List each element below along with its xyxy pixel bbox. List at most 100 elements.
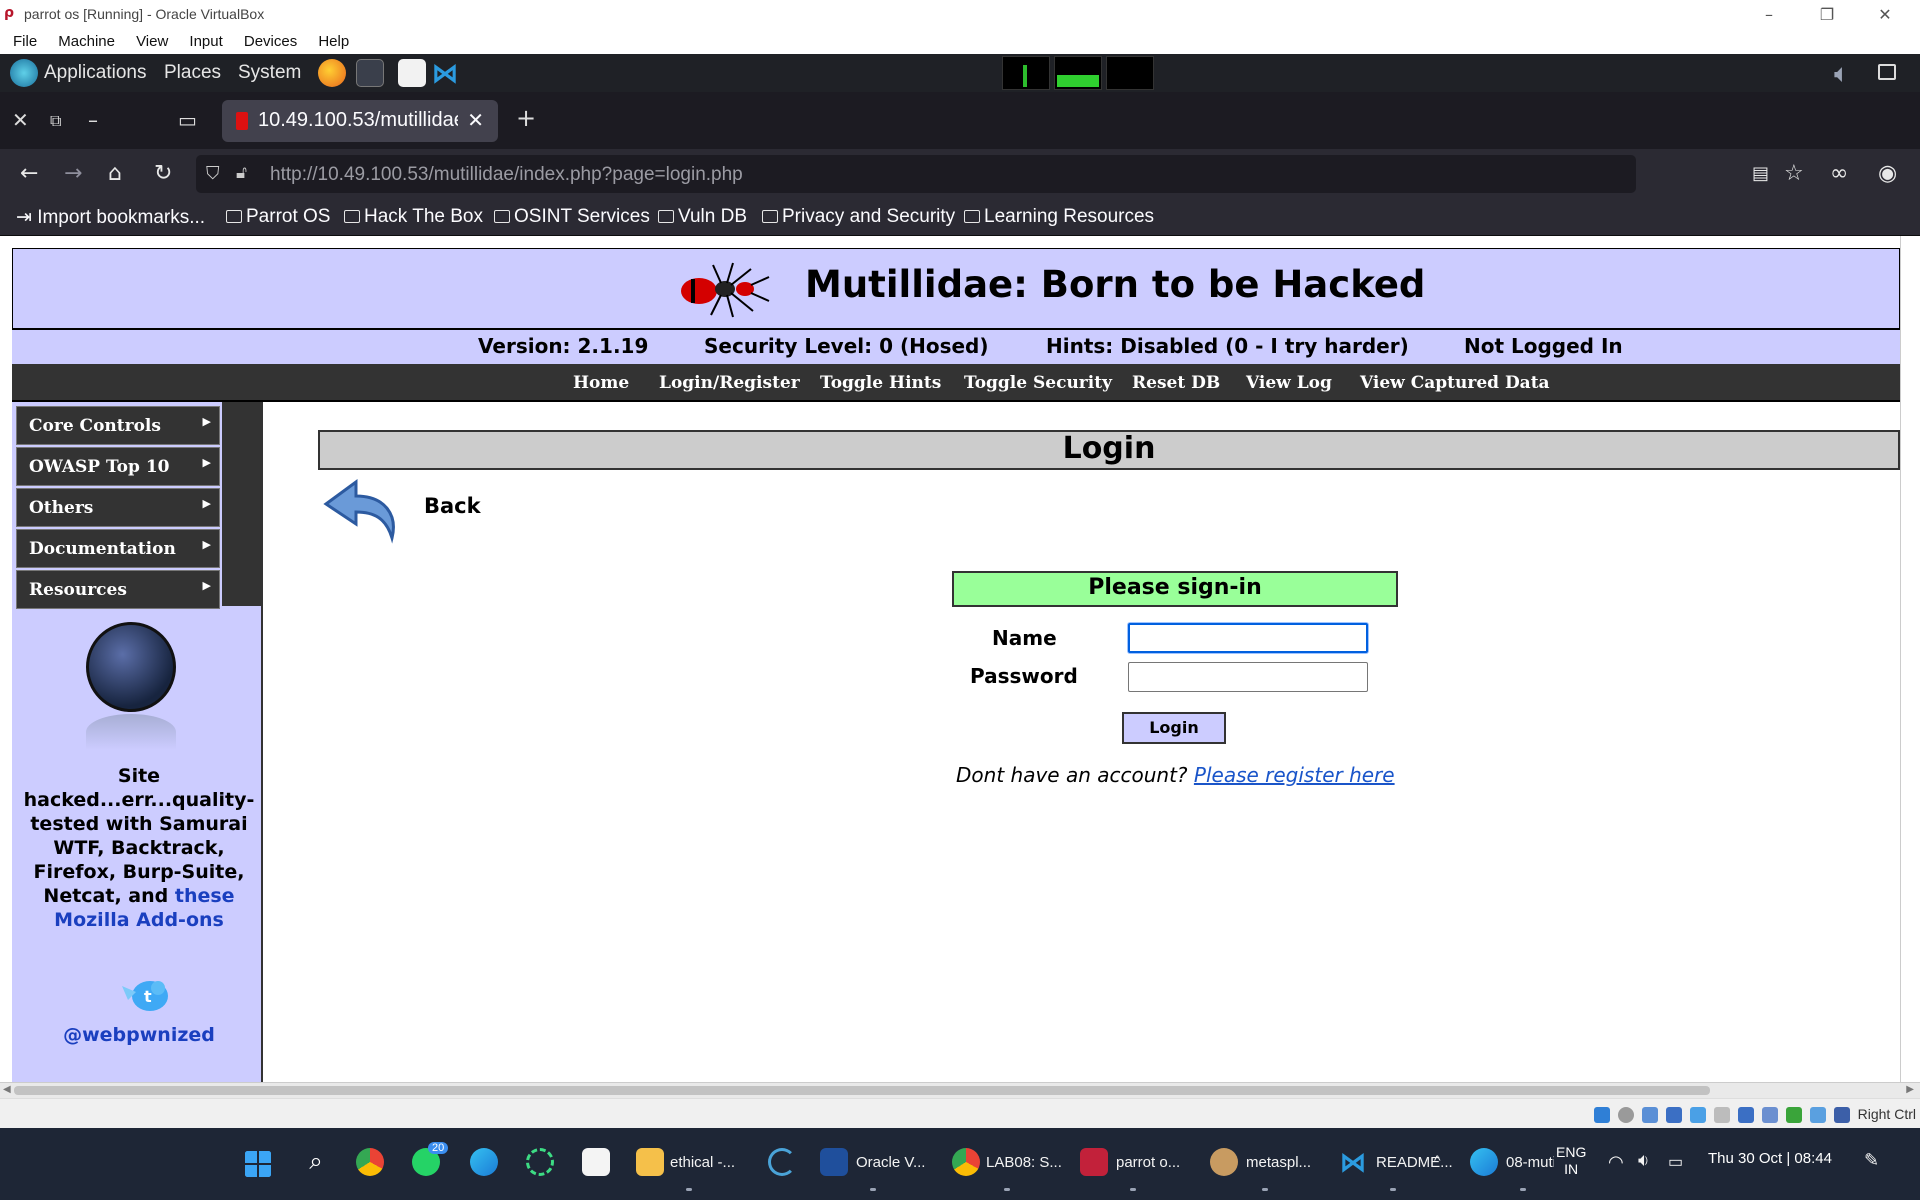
wireshark-icon[interactable] xyxy=(768,1148,796,1176)
recording-icon[interactable] xyxy=(1762,1107,1778,1123)
cpu-activity-icon[interactable] xyxy=(1786,1107,1802,1123)
menu-help[interactable]: Help xyxy=(318,30,349,54)
back-arrow-icon[interactable]: ← xyxy=(20,161,38,186)
reader-view-icon[interactable]: ▤ xyxy=(1752,163,1769,184)
network-icon[interactable] xyxy=(1666,1107,1682,1123)
edge-app-icon[interactable] xyxy=(1470,1148,1498,1176)
calendar-app-icon[interactable] xyxy=(582,1148,610,1176)
chrome-profile-icon[interactable] xyxy=(952,1148,980,1176)
back-arrow-icon[interactable] xyxy=(322,476,406,546)
notifications-icon[interactable]: ✎ xyxy=(1864,1150,1879,1171)
sidebar-item-owasp-top-10[interactable]: OWASP Top 10 ▶ xyxy=(16,447,220,486)
account-icon[interactable]: ◉ xyxy=(1878,161,1897,186)
menu-input[interactable]: Input xyxy=(189,30,222,54)
tab-overview-icon[interactable]: ▭ xyxy=(178,108,197,132)
taskbar-app-metasploit[interactable]: metaspl... xyxy=(1246,1154,1311,1171)
login-button[interactable]: Login xyxy=(1122,712,1226,744)
scroll-left-icon[interactable]: ◀ xyxy=(3,1084,11,1095)
keyboard-capture-icon[interactable] xyxy=(1834,1107,1850,1123)
loading-app-icon[interactable] xyxy=(526,1148,554,1176)
search-icon[interactable]: ⌕ xyxy=(302,1148,330,1176)
display-icon[interactable] xyxy=(1738,1107,1754,1123)
applications-menu[interactable]: Applications xyxy=(44,62,146,84)
horizontal-scrollbar[interactable]: ◀ ▶ xyxy=(0,1082,1920,1098)
menu-machine[interactable]: Machine xyxy=(58,30,115,54)
windows-start-icon[interactable] xyxy=(244,1150,272,1178)
password-input[interactable] xyxy=(1128,662,1368,692)
forward-arrow-icon[interactable]: → xyxy=(64,161,82,186)
import-bookmarks-link[interactable]: ⇥ Import bookmarks... xyxy=(16,206,205,229)
nav-toggle-hints[interactable]: Toggle Hints xyxy=(820,373,941,393)
new-tab-button[interactable]: + xyxy=(516,104,536,132)
shared-folders-icon[interactable] xyxy=(1714,1107,1730,1123)
insecure-lock-icon[interactable]: 🔓︎ xyxy=(236,163,247,183)
parrot-app-icon[interactable] xyxy=(1080,1148,1108,1176)
bookmark-learning-resources[interactable]: Learning Resources xyxy=(964,206,1154,228)
language-indicator[interactable]: ENG IN xyxy=(1556,1144,1586,1178)
bookmark-vuln-db[interactable]: Vuln DB xyxy=(658,206,747,228)
taskbar-app-parrot[interactable]: parrot o... xyxy=(1116,1154,1180,1171)
wifi-icon[interactable]: ◠ xyxy=(1608,1152,1624,1173)
mouse-integration-icon[interactable] xyxy=(1810,1107,1826,1123)
register-link[interactable]: Please register here xyxy=(1194,763,1395,787)
extensions-icon[interactable]: ∞ xyxy=(1830,161,1848,186)
minimize-icon[interactable]: – xyxy=(88,108,98,132)
home-icon[interactable]: ⌂ xyxy=(108,161,122,186)
owasp-logo-icon[interactable] xyxy=(86,622,176,712)
taskbar-app-oracle-vbox[interactable]: Oracle V... xyxy=(856,1154,925,1171)
clock-text[interactable]: Thu 30 Oct | 08:44 xyxy=(1708,1150,1832,1167)
chevron-up-icon[interactable]: ^ xyxy=(1434,1152,1441,1168)
show-desktop-icon[interactable] xyxy=(1878,64,1896,80)
volume-icon[interactable]: 🔈︎ xyxy=(1834,59,1862,87)
nav-view-captured-data[interactable]: View Captured Data xyxy=(1360,373,1550,393)
menu-file[interactable]: File xyxy=(13,30,37,54)
maximize-button[interactable]: ❐ xyxy=(1804,2,1850,28)
tab-close-icon[interactable]: ✕ xyxy=(467,108,484,133)
taskbar-app-readme[interactable]: README... xyxy=(1376,1154,1453,1171)
file-explorer-icon[interactable] xyxy=(636,1148,664,1176)
scroll-right-icon[interactable]: ▶ xyxy=(1906,1084,1914,1095)
active-tab[interactable]: 10.49.100.53/mutillidae/i ✕ xyxy=(222,100,498,142)
battery-icon[interactable]: ▭ xyxy=(1668,1152,1683,1172)
places-menu[interactable]: Places xyxy=(164,62,221,84)
tracking-shield-icon[interactable]: ⛉ xyxy=(206,163,220,184)
menu-view[interactable]: View xyxy=(136,30,168,54)
firefox-launcher-icon[interactable] xyxy=(318,59,346,87)
nav-view-log[interactable]: View Log xyxy=(1246,373,1332,393)
minimize-button[interactable]: – xyxy=(1746,2,1792,28)
vertical-scrollbar[interactable] xyxy=(1900,236,1920,1082)
vscode-icon[interactable]: ⋈ xyxy=(1340,1148,1368,1176)
speaker-icon[interactable]: 🔉︎ xyxy=(1638,1150,1649,1171)
taskbar-app-mutillidae[interactable]: 08-mutil... xyxy=(1506,1154,1554,1171)
parrot-menu-icon[interactable] xyxy=(10,59,38,87)
nav-login-register[interactable]: Login/Register xyxy=(659,373,800,393)
hard-disk-icon[interactable] xyxy=(1594,1107,1610,1123)
taskbar-app-ethical[interactable]: ethical -... xyxy=(670,1154,735,1171)
taskbar-app-lab08[interactable]: LAB08: S... xyxy=(986,1154,1062,1171)
restore-icon[interactable]: ⧉ xyxy=(50,111,61,131)
bookmark-star-icon[interactable]: ☆ xyxy=(1784,161,1804,186)
bookmark-osint-services[interactable]: OSINT Services xyxy=(494,206,650,228)
name-input[interactable] xyxy=(1128,623,1368,653)
scroll-thumb[interactable] xyxy=(14,1086,1710,1095)
chrome-icon[interactable] xyxy=(356,1148,384,1176)
system-menu[interactable]: System xyxy=(238,62,301,84)
sidebar-item-resources[interactable]: Resources ▶ xyxy=(16,570,220,609)
metasploit-doc-icon[interactable] xyxy=(1210,1148,1238,1176)
nav-home[interactable]: Home xyxy=(573,373,629,393)
bookmark-parrot-os[interactable]: Parrot OS xyxy=(226,206,330,228)
bookmark-hack-the-box[interactable]: Hack The Box xyxy=(344,206,483,228)
close-window-button[interactable]: ✕ xyxy=(1862,2,1908,28)
twitter-bird-icon[interactable]: t xyxy=(118,972,178,1016)
usb-icon[interactable] xyxy=(1690,1107,1706,1123)
twitter-handle-link[interactable]: @webpwnized xyxy=(14,1024,264,1046)
edge-icon[interactable] xyxy=(470,1148,498,1176)
bookmark-privacy-security[interactable]: Privacy and Security xyxy=(762,206,955,228)
menu-devices[interactable]: Devices xyxy=(244,30,297,54)
nav-reset-db[interactable]: Reset DB xyxy=(1132,373,1220,393)
back-link[interactable]: Back xyxy=(424,494,481,518)
terminal-launcher-icon[interactable] xyxy=(356,59,384,87)
sidebar-item-core-controls[interactable]: Core Controls ▶ xyxy=(16,406,220,445)
url-text[interactable]: http://10.49.100.53/mutillidae/index.php… xyxy=(270,164,743,186)
sidebar-item-others[interactable]: Others ▶ xyxy=(16,488,220,527)
